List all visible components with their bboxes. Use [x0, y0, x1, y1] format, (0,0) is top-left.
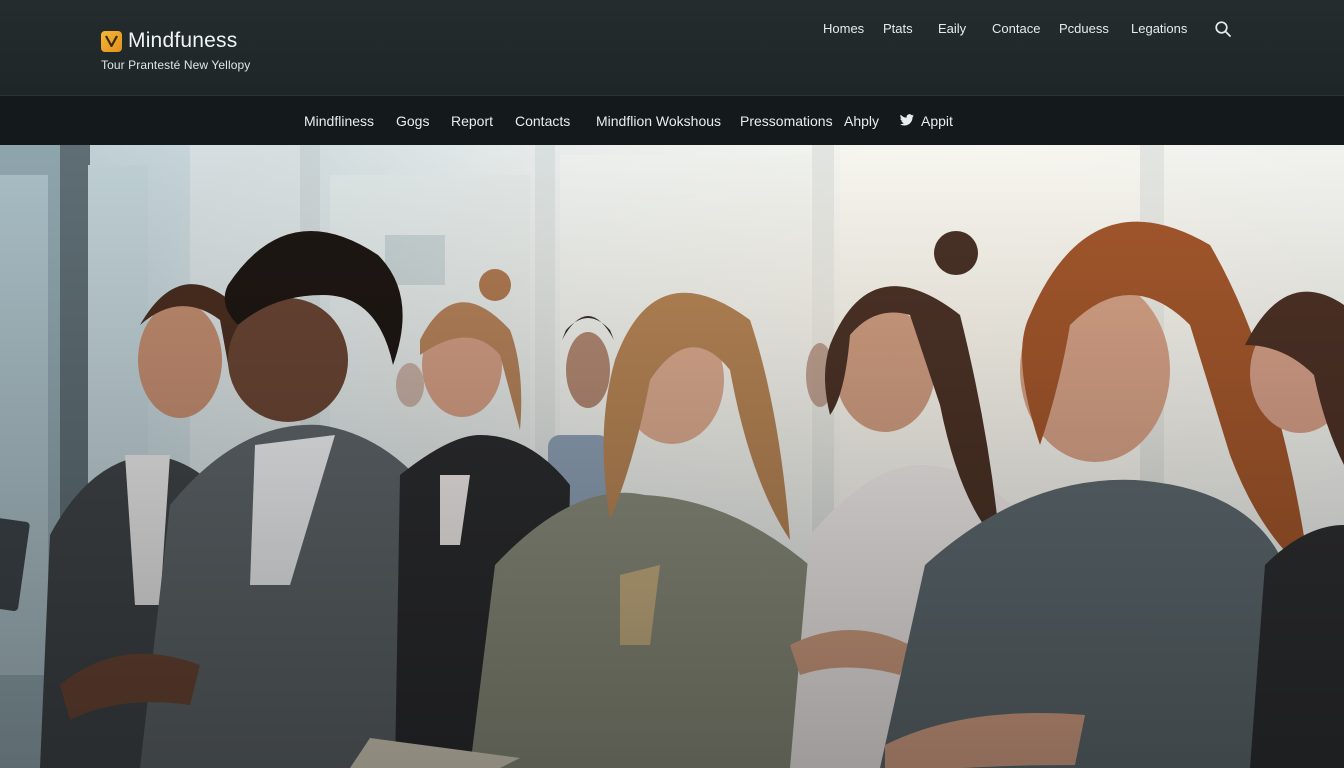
subnav-link-twitter[interactable]: Appit: [900, 113, 953, 129]
brand-tagline: Tour Prantesté New Yellopy: [101, 58, 251, 72]
meditation-group-photo: [0, 145, 1344, 768]
subnav-link-report[interactable]: Report: [451, 113, 493, 129]
subnav-link-mindfliness[interactable]: Mindfliness: [304, 113, 374, 129]
subnav-link-contacts[interactable]: Contacts: [515, 113, 570, 129]
twitter-label: Appit: [921, 113, 953, 129]
top-nav-link-eaily[interactable]: Eaily: [938, 21, 966, 36]
subnav-link-workshops[interactable]: Mindflion Wokshous: [596, 113, 721, 129]
subnav-link-apply[interactable]: Ahply: [844, 113, 879, 129]
twitter-icon: [900, 113, 914, 129]
top-nav-link-legations[interactable]: Legations: [1131, 21, 1187, 36]
hero-photo: [0, 145, 1344, 768]
top-nav-link-homes[interactable]: Homes: [823, 21, 864, 36]
subnav-link-gogs[interactable]: Gogs: [396, 113, 429, 129]
top-nav: Homes Ptats Eaily Contace Pcduess Legati…: [0, 21, 1344, 37]
top-header: Mindfuness Tour Prantesté New Yellopy Ho…: [0, 0, 1344, 95]
search-icon[interactable]: [1214, 20, 1232, 38]
secondary-nav: Mindfliness Gogs Report Contacts Mindfli…: [0, 95, 1344, 145]
top-nav-link-contace[interactable]: Contace: [992, 21, 1040, 36]
top-nav-link-ptats[interactable]: Ptats: [883, 21, 913, 36]
subnav-link-presentations[interactable]: Pressomations: [740, 113, 833, 129]
top-nav-link-pcduess[interactable]: Pcduess: [1059, 21, 1109, 36]
